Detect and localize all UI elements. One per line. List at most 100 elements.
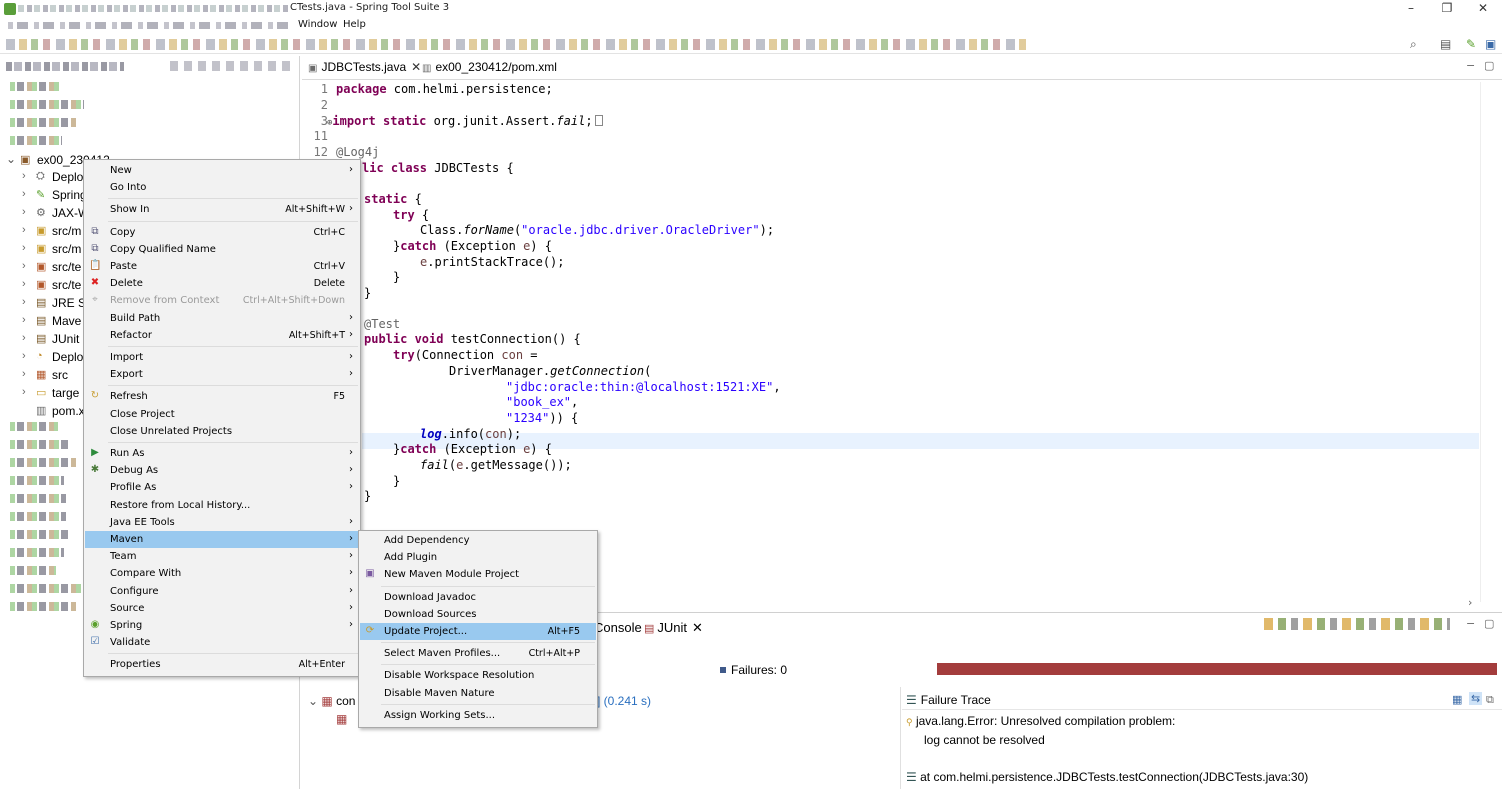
tree-row-redacted[interactable] (10, 602, 76, 611)
chevron-right-icon[interactable]: › (22, 242, 26, 254)
close-window-button[interactable]: ✕ (1466, 0, 1500, 18)
tree-item[interactable]: › ✎ Spring (22, 188, 92, 204)
menu-item-properties[interactable]: Properties Alt+Enter (85, 656, 359, 673)
tree-item[interactable]: › ▤ Mave (22, 314, 92, 330)
tab-jdbctests-java[interactable]: ▣ JDBCTests.java ✕ (308, 60, 421, 78)
menu-item-compare-with[interactable]: Compare With › (85, 565, 359, 582)
menu-item-spring[interactable]: ◉ Spring › (85, 617, 359, 634)
tree-row-redacted[interactable] (10, 566, 56, 575)
menu-item-java-ee-tools[interactable]: Java EE Tools › (85, 514, 359, 531)
maven-item-add-plugin[interactable]: Add Plugin (360, 549, 596, 566)
tree-item[interactable]: › ▤ JRE S (22, 296, 92, 312)
tree-item[interactable]: › ▭ targe (22, 386, 92, 402)
tree-item[interactable]: › ▦ src (22, 368, 92, 384)
menu-item-close-project[interactable]: Close Project (85, 406, 359, 423)
junit-toolbar-icons[interactable] (1264, 618, 1450, 630)
menu-window[interactable]: Window (298, 19, 337, 30)
trace-line-stack[interactable]: ☰ at com.helmi.persistence.JDBCTests.tes… (906, 770, 1308, 784)
compare-result-icon[interactable]: ⇆ (1469, 692, 1483, 705)
copy-trace-icon[interactable]: ⧉ (1486, 693, 1494, 707)
tree-row-redacted[interactable] (10, 440, 68, 449)
trace-line-message[interactable]: log cannot be resolved (924, 733, 1045, 747)
menu-item-export[interactable]: Export › (85, 366, 359, 383)
menu-item-profile-as[interactable]: Profile As › (85, 479, 359, 496)
menu-item-new[interactable]: New › (85, 162, 359, 179)
minimize-button[interactable]: – (1394, 0, 1428, 18)
editor-vertical-scrollbar[interactable] (1480, 82, 1492, 602)
tree-row-redacted[interactable] (10, 494, 66, 503)
java-perspective-icon[interactable]: ▣ (1485, 37, 1496, 51)
menu-item-paste[interactable]: 📋 Paste Ctrl+V (85, 258, 359, 275)
chevron-right-icon[interactable]: › (22, 170, 26, 182)
menu-item-import[interactable]: Import › (85, 349, 359, 366)
maven-item-update-project[interactable]: ⟳ Update Project... Alt+F5 (360, 623, 596, 640)
menu-item-refactor[interactable]: Refactor Alt+Shift+T › (85, 327, 359, 344)
tab-pom-xml[interactable]: ▥ ex00_230412/pom.xml (422, 60, 557, 78)
scroll-right-icon[interactable]: › (1468, 596, 1472, 609)
tree-row-redacted[interactable] (10, 422, 58, 431)
tree-item[interactable]: › ⛭ Deplo (22, 170, 92, 186)
menu-item-show-in[interactable]: Show In Alt+Shift+W › (85, 201, 359, 218)
maven-item-download-javadoc[interactable]: Download Javadoc (360, 589, 596, 606)
chevron-right-icon[interactable]: › (22, 314, 26, 326)
tree-row-redacted[interactable] (10, 136, 62, 145)
minimize-view-icon[interactable]: − (1466, 617, 1475, 630)
tree-row-redacted[interactable] (10, 118, 76, 127)
tab-junit[interactable]: ▤ JUnit ✕ (644, 620, 703, 636)
tree-item[interactable]: › ▣ src/m (22, 224, 92, 240)
menu-item-delete[interactable]: ✖ Delete Delete (85, 275, 359, 292)
maximize-view-icon[interactable]: ▢ (1484, 617, 1494, 630)
maven-item-assign-working-sets[interactable]: Assign Working Sets... (360, 707, 596, 724)
test-case-icon[interactable]: ▦ (336, 712, 347, 726)
chevron-right-icon[interactable]: › (22, 260, 26, 272)
menu-item-build-path[interactable]: Build Path › (85, 310, 359, 327)
tree-item[interactable]: › ⚙ JAX-W (22, 206, 92, 222)
maven-item-disable-workspace-resolution[interactable]: Disable Workspace Resolution (360, 667, 596, 684)
menu-item-team[interactable]: Team › (85, 548, 359, 565)
tree-item[interactable]: › ▣ src/m (22, 242, 92, 258)
menu-item-source[interactable]: Source › (85, 600, 359, 617)
search-icon[interactable]: ⌕ (1410, 37, 1417, 52)
maven-item-download-sources[interactable]: Download Sources (360, 606, 596, 623)
tree-row-redacted[interactable] (10, 476, 64, 485)
chevron-right-icon[interactable]: › (22, 224, 26, 236)
minimize-view-icon[interactable]: − (1466, 59, 1475, 72)
menu-help[interactable]: Help (343, 19, 366, 30)
menu-item-close-unrelated-projects[interactable]: Close Unrelated Projects (85, 423, 359, 440)
tree-item[interactable]: › ▣ src/te (22, 278, 92, 294)
menu-item-remove-from-context[interactable]: ⌖ Remove from Context Ctrl+Alt+Shift+Down (85, 292, 359, 309)
tree-row-redacted[interactable] (10, 458, 76, 467)
trace-line-error[interactable]: ⚲ java.lang.Error: Unresolved compilatio… (906, 714, 1175, 728)
chevron-right-icon[interactable]: › (22, 368, 26, 380)
chevron-right-icon[interactable]: › (22, 296, 26, 308)
maven-item-disable-maven-nature[interactable]: Disable Maven Nature (360, 685, 596, 702)
menu-item-debug-as[interactable]: ✱ Debug As › (85, 462, 359, 479)
tree-row-redacted[interactable] (10, 100, 84, 109)
menu-item-copy-qualified-name[interactable]: ⧉ Copy Qualified Name (85, 241, 359, 258)
menu-item-refresh[interactable]: ↻ Refresh F5 (85, 388, 359, 405)
menu-item-go-into[interactable]: Go Into (85, 179, 359, 196)
tab-console[interactable]: Console (594, 620, 642, 635)
tree-item[interactable]: ▥ pom.x (22, 404, 92, 420)
tree-item[interactable]: › ▤ JUnit (22, 332, 92, 348)
menu-item-maven[interactable]: Maven › (85, 531, 359, 548)
chevron-down-icon[interactable]: ⌄ (6, 152, 16, 166)
chevron-right-icon[interactable]: › (22, 332, 26, 344)
maven-item-select-maven-profiles[interactable]: Select Maven Profiles... Ctrl+Alt+P (360, 645, 596, 662)
menu-item-restore-from-local-history[interactable]: Restore from Local History... (85, 497, 359, 514)
restore-button[interactable]: ❐ (1430, 0, 1464, 18)
tree-row-redacted[interactable] (10, 548, 64, 557)
test-result-root[interactable]: ⌄ ▦ con (308, 694, 355, 708)
spring-perspective-icon[interactable]: ✎ (1466, 37, 1476, 51)
menu-item-run-as[interactable]: ▶ Run As › (85, 445, 359, 462)
tree-row-redacted[interactable] (10, 82, 60, 91)
tree-item[interactable]: › ◔ Deplo (22, 350, 92, 366)
chevron-right-icon[interactable]: › (22, 278, 26, 290)
tree-item[interactable]: › ▣ src/te (22, 260, 92, 276)
maven-item-new-maven-module-project[interactable]: ▣ New Maven Module Project (360, 566, 596, 583)
chevron-right-icon[interactable]: › (22, 386, 26, 398)
close-tab-icon[interactable]: ✕ (411, 60, 421, 74)
tree-row-redacted[interactable] (10, 584, 84, 593)
filter-trace-icon[interactable]: ▦ (1452, 693, 1462, 706)
menu-item-copy[interactable]: ⧉ Copy Ctrl+C (85, 224, 359, 241)
